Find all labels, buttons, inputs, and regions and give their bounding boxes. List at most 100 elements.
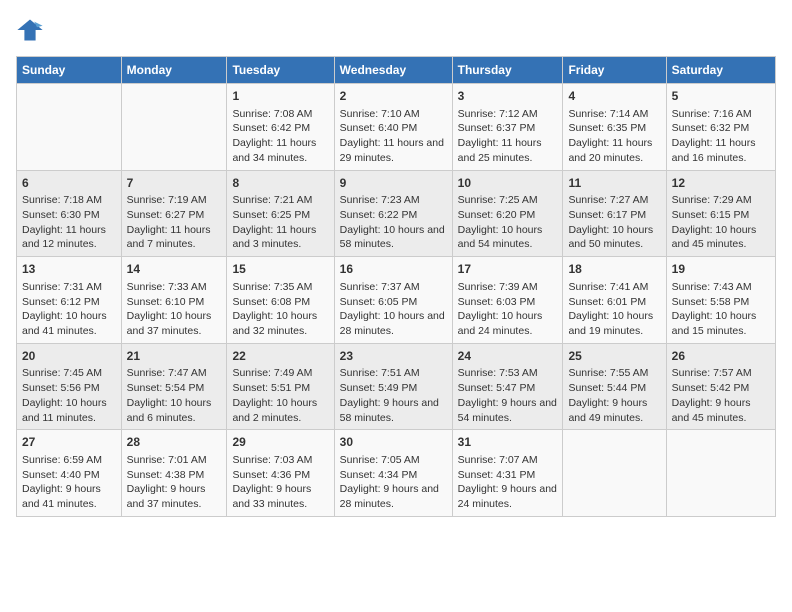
day-number: 27 xyxy=(22,434,116,451)
day-number: 13 xyxy=(22,261,116,278)
calendar-table: SundayMondayTuesdayWednesdayThursdayFrid… xyxy=(16,56,776,517)
day-info: Sunrise: 7:43 AM Sunset: 5:58 PM Dayligh… xyxy=(672,280,770,339)
day-info: Sunrise: 7:35 AM Sunset: 6:08 PM Dayligh… xyxy=(232,280,328,339)
calendar-cell: 20Sunrise: 7:45 AM Sunset: 5:56 PM Dayli… xyxy=(17,343,122,430)
calendar-cell: 13 Sunrise: 7:31 AM Sunset: 6:12 PM Dayli… xyxy=(17,257,122,344)
calendar-cell: 7Sunrise: 7:19 AM Sunset: 6:27 PM Daylig… xyxy=(121,170,227,257)
day-info: Sunrise: 7:18 AM Sunset: 6:30 PM Dayligh… xyxy=(22,193,116,252)
calendar-header-row: SundayMondayTuesdayWednesdayThursdayFrid… xyxy=(17,57,776,84)
calendar-cell: 15 Sunrise: 7:35 AM Sunset: 6:08 PM Dayli… xyxy=(227,257,334,344)
calendar-cell: 5Sunrise: 7:16 AM Sunset: 6:32 PM Daylig… xyxy=(666,84,775,171)
column-header-thursday: Thursday xyxy=(452,57,563,84)
calendar-cell: 29 Sunrise: 7:03 AM Sunset: 4:36 PM Dayli… xyxy=(227,430,334,517)
calendar-week-row: 20Sunrise: 7:45 AM Sunset: 5:56 PM Dayli… xyxy=(17,343,776,430)
calendar-cell: 11Sunrise: 7:27 AM Sunset: 6:17 PM Dayli… xyxy=(563,170,666,257)
calendar-cell: 21Sunrise: 7:47 AM Sunset: 5:54 PM Dayli… xyxy=(121,343,227,430)
calendar-cell: 10Sunrise: 7:25 AM Sunset: 6:20 PM Dayli… xyxy=(452,170,563,257)
day-number: 21 xyxy=(127,348,222,365)
day-number: 8 xyxy=(232,175,328,192)
day-info: Sunrise: 7:51 AM Sunset: 5:49 PM Dayligh… xyxy=(340,366,447,425)
calendar-cell: 24Sunrise: 7:53 AM Sunset: 5:47 PM Dayli… xyxy=(452,343,563,430)
day-number: 11 xyxy=(568,175,660,192)
day-info: Sunrise: 7:05 AM Sunset: 4:34 PM Dayligh… xyxy=(340,453,447,512)
calendar-cell: 30 Sunrise: 7:05 AM Sunset: 4:34 PM Dayli… xyxy=(334,430,452,517)
calendar-cell: 18 Sunrise: 7:41 AM Sunset: 6:01 PM Dayli… xyxy=(563,257,666,344)
day-info: Sunrise: 7:57 AM Sunset: 5:42 PM Dayligh… xyxy=(672,366,770,425)
calendar-cell: 3 Sunrise: 7:12 AM Sunset: 6:37 PM Daylig… xyxy=(452,84,563,171)
day-info: Sunrise: 7:23 AM Sunset: 6:22 PM Dayligh… xyxy=(340,193,447,252)
day-info: Sunrise: 7:55 AM Sunset: 5:44 PM Dayligh… xyxy=(568,366,660,425)
column-header-tuesday: Tuesday xyxy=(227,57,334,84)
calendar-cell: 27 Sunrise: 6:59 AM Sunset: 4:40 PM Dayli… xyxy=(17,430,122,517)
day-number: 24 xyxy=(458,348,558,365)
calendar-cell: 28 Sunrise: 7:01 AM Sunset: 4:38 PM Dayli… xyxy=(121,430,227,517)
day-number: 6 xyxy=(22,175,116,192)
day-number: 22 xyxy=(232,348,328,365)
day-info: Sunrise: 7:33 AM Sunset: 6:10 PM Dayligh… xyxy=(127,280,222,339)
day-number: 2 xyxy=(340,88,447,105)
day-info: Sunrise: 7:27 AM Sunset: 6:17 PM Dayligh… xyxy=(568,193,660,252)
calendar-cell xyxy=(121,84,227,171)
calendar-cell: 14 Sunrise: 7:33 AM Sunset: 6:10 PM Dayli… xyxy=(121,257,227,344)
day-number: 15 xyxy=(232,261,328,278)
day-info: Sunrise: 7:10 AM Sunset: 6:40 PM Dayligh… xyxy=(340,107,447,166)
day-number: 17 xyxy=(458,261,558,278)
calendar-cell: 25Sunrise: 7:55 AM Sunset: 5:44 PM Dayli… xyxy=(563,343,666,430)
day-number: 4 xyxy=(568,88,660,105)
day-number: 12 xyxy=(672,175,770,192)
calendar-cell: 4 Sunrise: 7:14 AM Sunset: 6:35 PM Daylig… xyxy=(563,84,666,171)
day-number: 3 xyxy=(458,88,558,105)
day-number: 30 xyxy=(340,434,447,451)
calendar-cell: 26Sunrise: 7:57 AM Sunset: 5:42 PM Dayli… xyxy=(666,343,775,430)
day-number: 14 xyxy=(127,261,222,278)
day-number: 10 xyxy=(458,175,558,192)
column-header-saturday: Saturday xyxy=(666,57,775,84)
logo-icon xyxy=(16,16,44,44)
column-header-sunday: Sunday xyxy=(17,57,122,84)
calendar-cell: 23Sunrise: 7:51 AM Sunset: 5:49 PM Dayli… xyxy=(334,343,452,430)
calendar-cell: 8Sunrise: 7:21 AM Sunset: 6:25 PM Daylig… xyxy=(227,170,334,257)
day-number: 20 xyxy=(22,348,116,365)
day-info: Sunrise: 7:12 AM Sunset: 6:37 PM Dayligh… xyxy=(458,107,558,166)
day-info: Sunrise: 7:01 AM Sunset: 4:38 PM Dayligh… xyxy=(127,453,222,512)
calendar-week-row: 1 Sunrise: 7:08 AM Sunset: 6:42 PM Daylig… xyxy=(17,84,776,171)
day-number: 16 xyxy=(340,261,447,278)
column-header-friday: Friday xyxy=(563,57,666,84)
day-info: Sunrise: 7:45 AM Sunset: 5:56 PM Dayligh… xyxy=(22,366,116,425)
day-number: 23 xyxy=(340,348,447,365)
day-info: Sunrise: 7:14 AM Sunset: 6:35 PM Dayligh… xyxy=(568,107,660,166)
day-number: 19 xyxy=(672,261,770,278)
day-info: Sunrise: 7:49 AM Sunset: 5:51 PM Dayligh… xyxy=(232,366,328,425)
calendar-week-row: 6Sunrise: 7:18 AM Sunset: 6:30 PM Daylig… xyxy=(17,170,776,257)
calendar-cell: 1 Sunrise: 7:08 AM Sunset: 6:42 PM Daylig… xyxy=(227,84,334,171)
header xyxy=(16,16,776,44)
calendar-cell: 22Sunrise: 7:49 AM Sunset: 5:51 PM Dayli… xyxy=(227,343,334,430)
calendar-week-row: 27 Sunrise: 6:59 AM Sunset: 4:40 PM Dayli… xyxy=(17,430,776,517)
calendar-cell xyxy=(666,430,775,517)
day-info: Sunrise: 6:59 AM Sunset: 4:40 PM Dayligh… xyxy=(22,453,116,512)
day-number: 29 xyxy=(232,434,328,451)
day-info: Sunrise: 7:41 AM Sunset: 6:01 PM Dayligh… xyxy=(568,280,660,339)
day-info: Sunrise: 7:47 AM Sunset: 5:54 PM Dayligh… xyxy=(127,366,222,425)
day-info: Sunrise: 7:07 AM Sunset: 4:31 PM Dayligh… xyxy=(458,453,558,512)
day-number: 28 xyxy=(127,434,222,451)
day-info: Sunrise: 7:37 AM Sunset: 6:05 PM Dayligh… xyxy=(340,280,447,339)
day-info: Sunrise: 7:03 AM Sunset: 4:36 PM Dayligh… xyxy=(232,453,328,512)
day-info: Sunrise: 7:53 AM Sunset: 5:47 PM Dayligh… xyxy=(458,366,558,425)
column-header-monday: Monday xyxy=(121,57,227,84)
calendar-cell: 12Sunrise: 7:29 AM Sunset: 6:15 PM Dayli… xyxy=(666,170,775,257)
day-number: 1 xyxy=(232,88,328,105)
calendar-cell: 16 Sunrise: 7:37 AM Sunset: 6:05 PM Dayli… xyxy=(334,257,452,344)
day-info: Sunrise: 7:08 AM Sunset: 6:42 PM Dayligh… xyxy=(232,107,328,166)
day-number: 5 xyxy=(672,88,770,105)
day-info: Sunrise: 7:31 AM Sunset: 6:12 PM Dayligh… xyxy=(22,280,116,339)
day-number: 25 xyxy=(568,348,660,365)
calendar-cell: 19 Sunrise: 7:43 AM Sunset: 5:58 PM Dayli… xyxy=(666,257,775,344)
day-number: 31 xyxy=(458,434,558,451)
day-number: 18 xyxy=(568,261,660,278)
calendar-cell: 17Sunrise: 7:39 AM Sunset: 6:03 PM Dayli… xyxy=(452,257,563,344)
calendar-cell: 2 Sunrise: 7:10 AM Sunset: 6:40 PM Daylig… xyxy=(334,84,452,171)
calendar-cell: 31 Sunrise: 7:07 AM Sunset: 4:31 PM Dayli… xyxy=(452,430,563,517)
day-info: Sunrise: 7:25 AM Sunset: 6:20 PM Dayligh… xyxy=(458,193,558,252)
day-info: Sunrise: 7:19 AM Sunset: 6:27 PM Dayligh… xyxy=(127,193,222,252)
